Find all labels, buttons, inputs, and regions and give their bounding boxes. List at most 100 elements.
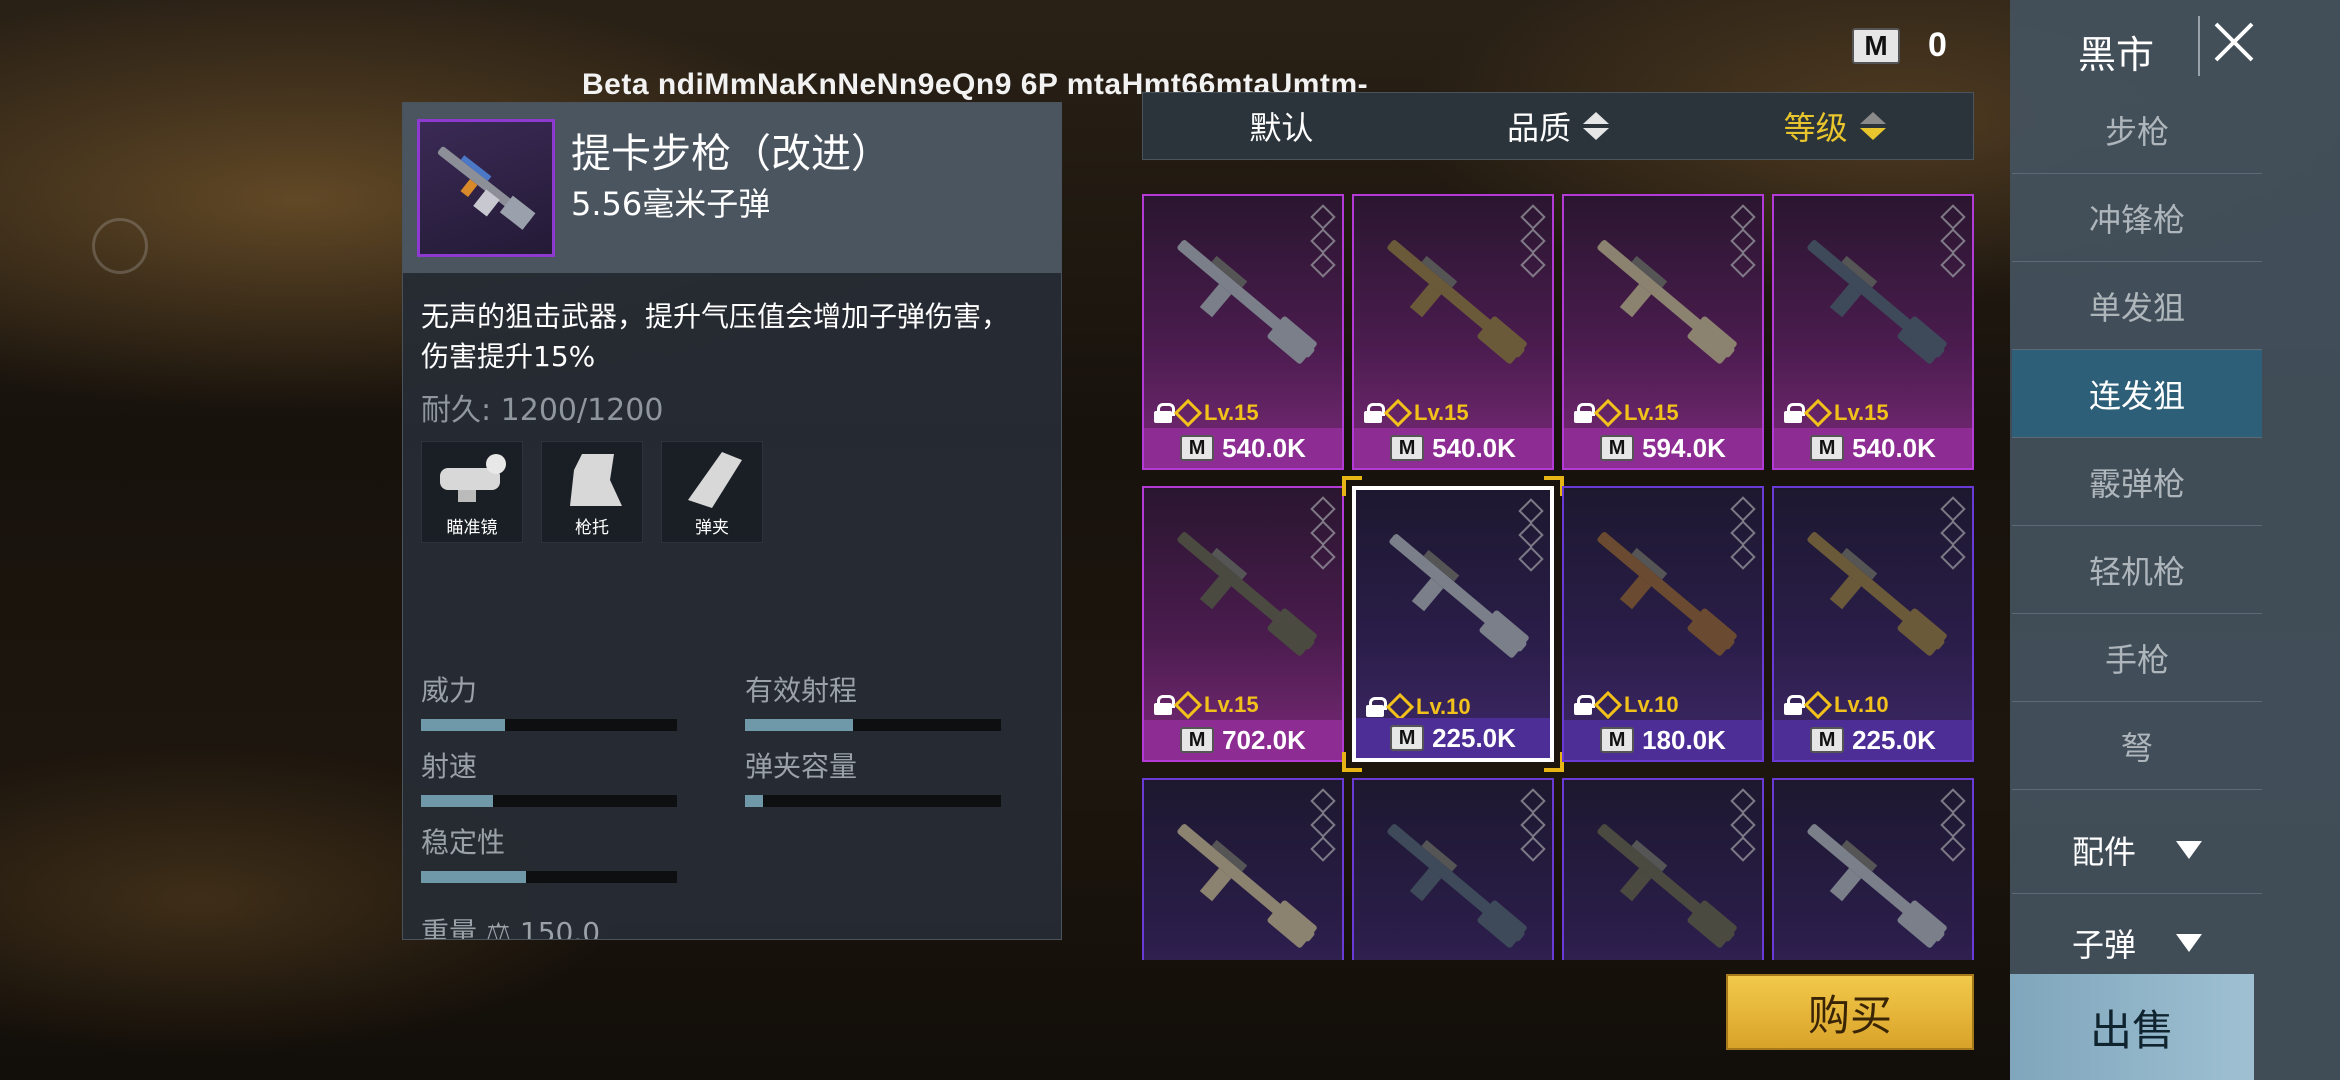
lock-icon bbox=[1574, 695, 1595, 715]
weapon-icon bbox=[1807, 824, 1947, 948]
stat-bar bbox=[745, 795, 1001, 807]
sidebar-item-attachments[interactable]: 配件 bbox=[2012, 806, 2262, 894]
scope-icon bbox=[440, 454, 506, 502]
sidebar-item-dmr[interactable]: 连发狙 bbox=[2012, 350, 2262, 438]
attachment-slots-icon bbox=[1728, 494, 1758, 572]
stat-label: 有效射程 bbox=[745, 674, 858, 707]
sidebar-item-label: 步枪 bbox=[2104, 112, 2169, 151]
stat-bar-fill bbox=[745, 795, 763, 807]
sort-quality[interactable]: 品质 bbox=[1420, 103, 1697, 149]
selection-corner bbox=[1342, 752, 1362, 772]
m-coin-icon: M bbox=[1390, 435, 1425, 461]
m-coin-icon: M bbox=[1852, 27, 1900, 64]
item-level: Lv.10 bbox=[1574, 690, 1679, 720]
sidebar-item-label: 单发狙 bbox=[2088, 288, 2185, 327]
sidebar-item-rifle[interactable]: 步枪 bbox=[2012, 86, 2262, 174]
sidebar-item-shotgun[interactable]: 霰弹枪 bbox=[2012, 438, 2262, 526]
item-card[interactable]: Lv.10 M 225.0K bbox=[1352, 486, 1554, 762]
stat-bar bbox=[421, 719, 677, 731]
stat-label: 射速 bbox=[421, 750, 478, 783]
m-coin-icon: M bbox=[1390, 725, 1425, 751]
currency-value: 0 bbox=[1928, 26, 1947, 64]
item-level: Lv.10 bbox=[1784, 690, 1889, 720]
lock-icon bbox=[1784, 695, 1805, 715]
rifle-icon bbox=[437, 146, 536, 230]
attachment-slot-stock[interactable]: 枪托 bbox=[541, 441, 643, 543]
weapon-icon bbox=[1597, 824, 1737, 948]
item-price: M 702.0K bbox=[1144, 720, 1342, 760]
attachment-slots-icon bbox=[1518, 202, 1548, 280]
weapon-detail-header: 提卡步枪（改进） 5.56毫米子弹 bbox=[403, 103, 1061, 273]
sort-default-label: 默认 bbox=[1249, 109, 1314, 147]
attachment-label: 弹夹 bbox=[695, 518, 729, 538]
item-level-text: Lv.15 bbox=[1834, 400, 1889, 425]
m-coin-icon: M bbox=[1180, 435, 1215, 461]
attachment-slot-scope[interactable]: 瞄准镜 bbox=[421, 441, 523, 543]
sidebar-item-lmg[interactable]: 轻机枪 bbox=[2012, 526, 2262, 614]
item-card[interactable] bbox=[1562, 778, 1764, 960]
sidebar-item-bolt-sniper[interactable]: 单发狙 bbox=[2012, 262, 2262, 350]
attachment-slots-icon bbox=[1938, 786, 1968, 864]
weapon-icon bbox=[1807, 240, 1947, 364]
level-icon bbox=[1173, 398, 1203, 428]
item-card[interactable]: Lv.10 M 180.0K bbox=[1562, 486, 1764, 762]
weapon-icon bbox=[1177, 532, 1317, 656]
m-coin-icon: M bbox=[1810, 727, 1845, 753]
item-level-text: Lv.15 bbox=[1414, 400, 1469, 425]
weapon-icon bbox=[1177, 240, 1317, 364]
item-card[interactable] bbox=[1352, 778, 1554, 960]
item-level: Lv.15 bbox=[1154, 398, 1259, 428]
sidebar-item-label: 子弹 bbox=[2071, 926, 2136, 964]
attachment-label: 瞄准镜 bbox=[446, 518, 498, 538]
item-card[interactable]: Lv.15 M 540.0K bbox=[1772, 194, 1974, 470]
stat-bar-fill bbox=[421, 871, 526, 883]
stat-bar-fill bbox=[421, 719, 506, 731]
item-price: M 540.0K bbox=[1354, 428, 1552, 468]
attachment-slot-magazine[interactable]: 弹夹 bbox=[661, 441, 763, 543]
item-card[interactable]: Lv.15 M 594.0K bbox=[1562, 194, 1764, 470]
sell-button[interactable]: 出售 bbox=[2010, 974, 2254, 1080]
buy-button[interactable]: 购买 bbox=[1726, 974, 1974, 1050]
sidebar-item-label: 冲锋枪 bbox=[2088, 200, 2185, 239]
sell-button-label: 出售 bbox=[2089, 1005, 2174, 1055]
attachment-slots-icon bbox=[1308, 494, 1338, 572]
weapon-icon bbox=[1387, 824, 1527, 948]
attachment-slots-icon bbox=[1938, 494, 1968, 572]
item-level-text: Lv.15 bbox=[1204, 692, 1259, 717]
sort-default[interactable]: 默认 bbox=[1143, 103, 1420, 149]
item-card[interactable]: Lv.15 M 540.0K bbox=[1352, 194, 1554, 470]
weapon-durability: 耐久: 1200/1200 bbox=[421, 393, 664, 428]
sidebar-item-crossbow[interactable]: 弩 bbox=[2012, 702, 2262, 790]
sidebar-item-smg[interactable]: 冲锋枪 bbox=[2012, 174, 2262, 262]
level-icon bbox=[1803, 398, 1833, 428]
lock-icon bbox=[1364, 403, 1385, 423]
stat-mag-capacity: 弹夹容量 bbox=[745, 745, 1001, 807]
close-button[interactable] bbox=[2198, 16, 2258, 76]
sidebar-item-ammo[interactable]: 子弹 bbox=[2012, 912, 2262, 974]
weapon-icon bbox=[1807, 532, 1947, 656]
item-card[interactable]: Lv.15 M 540.0K bbox=[1142, 194, 1344, 470]
item-card[interactable]: Lv.15 M 702.0K bbox=[1142, 486, 1344, 762]
item-card[interactable] bbox=[1142, 778, 1344, 960]
selection-corner bbox=[1342, 476, 1362, 496]
sort-level[interactable]: 等级 bbox=[1696, 103, 1973, 149]
item-level: Lv.15 bbox=[1364, 398, 1469, 428]
sidebar-item-pistol[interactable]: 手枪 bbox=[2012, 614, 2262, 702]
sort-quality-label: 品质 bbox=[1507, 109, 1572, 147]
item-card[interactable]: Lv.10 M 225.0K bbox=[1772, 486, 1974, 762]
lock-icon bbox=[1784, 403, 1805, 423]
item-price-text: 540.0K bbox=[1432, 432, 1516, 463]
sort-bar: 默认 品质 等级 bbox=[1142, 92, 1974, 160]
item-level: Lv.10 bbox=[1366, 692, 1471, 722]
weapon-thumbnail bbox=[417, 119, 555, 257]
item-price-text: 225.0K bbox=[1852, 724, 1936, 755]
sidebar-title: 黑市 bbox=[2078, 33, 2155, 77]
level-icon bbox=[1593, 690, 1623, 720]
item-card[interactable] bbox=[1772, 778, 1974, 960]
currency-display: M 0 bbox=[1852, 26, 1947, 65]
weapon-icon bbox=[1597, 240, 1737, 364]
chevron-down-icon bbox=[2176, 840, 2202, 859]
level-icon bbox=[1173, 690, 1203, 720]
selection-corner bbox=[1544, 476, 1564, 496]
item-price-text: 594.0K bbox=[1642, 432, 1726, 463]
